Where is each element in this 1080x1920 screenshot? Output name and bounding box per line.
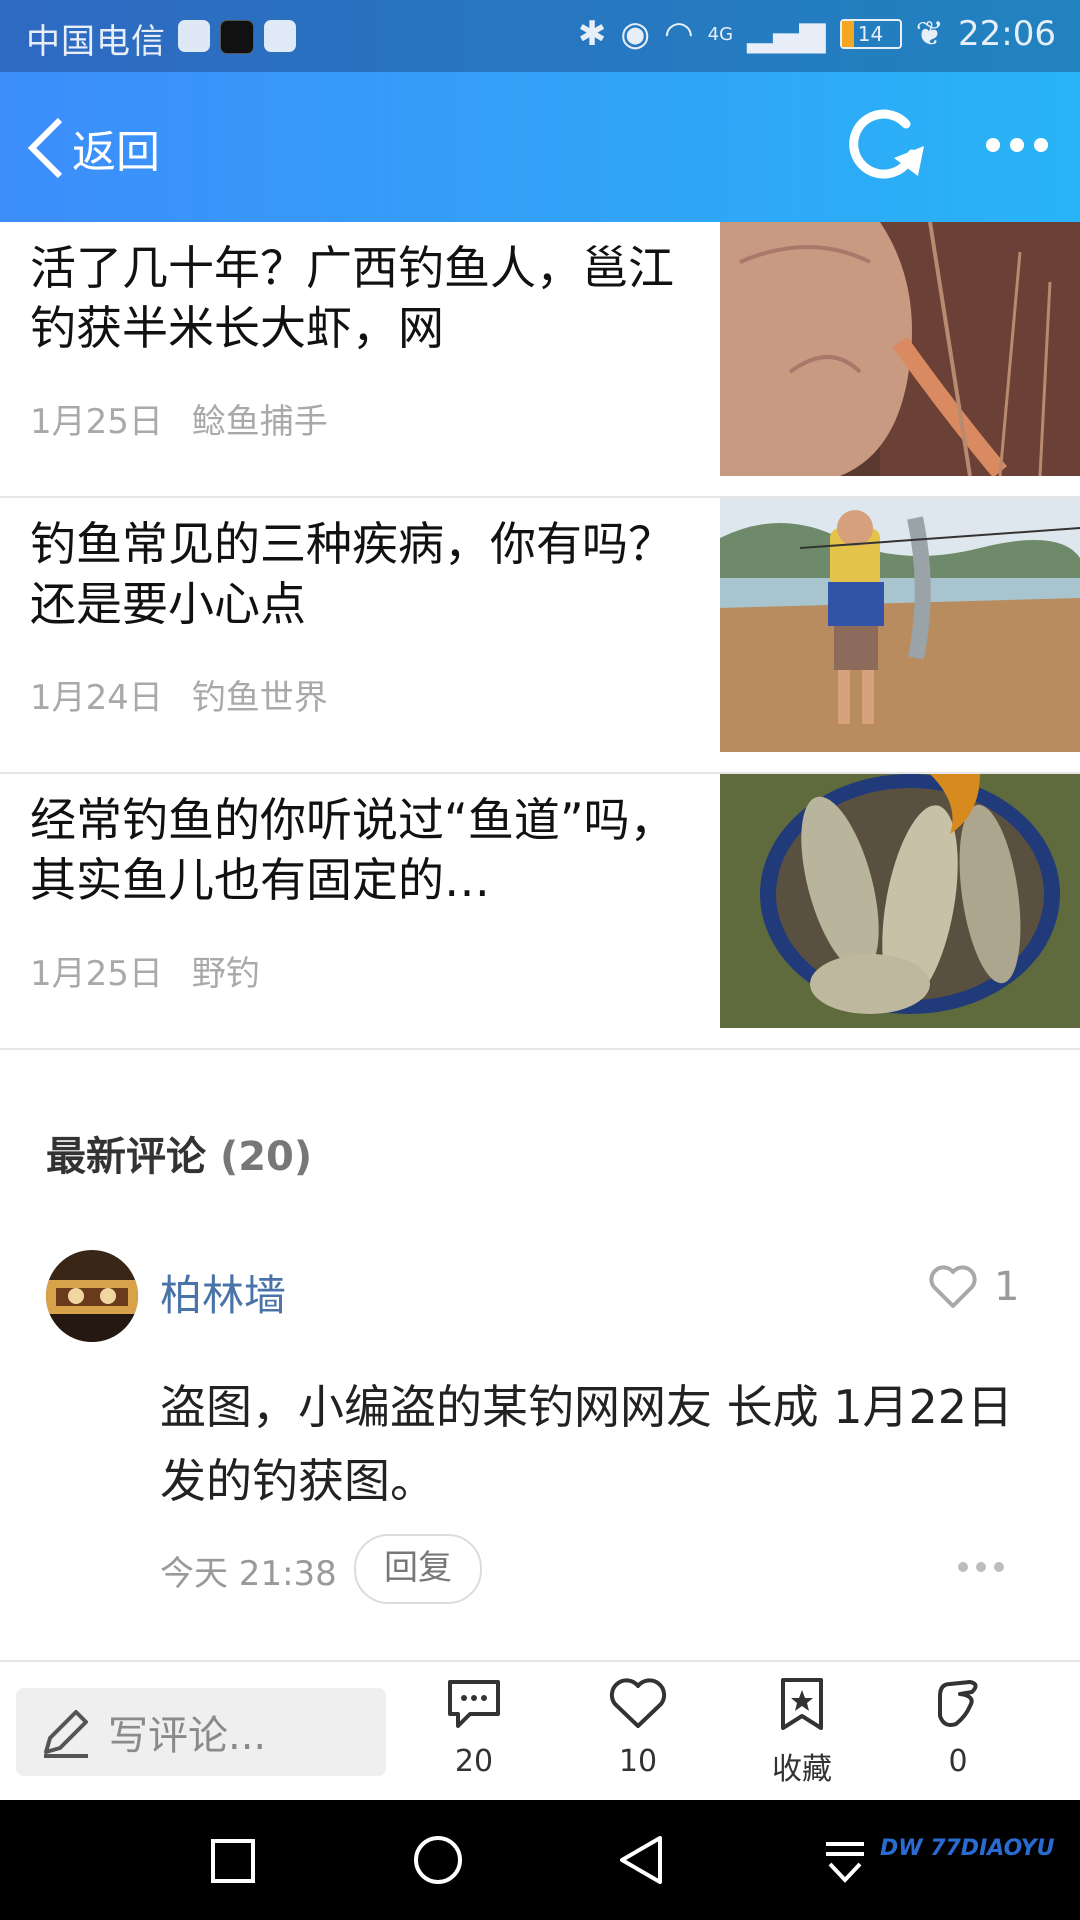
- write-comment-placeholder: 写评论...: [108, 1713, 267, 1759]
- comment-like-button[interactable]: 1: [928, 1264, 1019, 1310]
- nav-bar: 返回: [0, 72, 1080, 222]
- back-button[interactable]: 返回: [26, 116, 160, 180]
- dot-icon: [994, 1562, 1004, 1572]
- comment-more-button[interactable]: [958, 1562, 1004, 1572]
- notification-icons: [178, 20, 296, 54]
- status-right: ✱ ◉ ◠ 4G ▂▄▆ 14 ❦ 22:06: [578, 14, 1056, 54]
- tiktok-icon: [220, 20, 254, 54]
- leaf-icon: ❦: [915, 14, 945, 54]
- comment-text: 盗图，小编盗的某钓网网友 长成 1月22日发的钓获图。: [160, 1380, 1014, 1508]
- like-button[interactable]: 10: [578, 1676, 698, 1779]
- comments-count: (20): [219, 1134, 313, 1180]
- notification-pull-icon[interactable]: [820, 1836, 870, 1886]
- dot-icon: [1034, 138, 1048, 152]
- comment-like-count: 1: [994, 1264, 1020, 1310]
- article-meta: 1月25日 野钓: [30, 946, 260, 995]
- back-nav-icon[interactable]: [616, 1834, 666, 1886]
- recents-icon[interactable]: [210, 1838, 256, 1884]
- action-bar: 写评论... 20 10 收藏 0: [0, 1660, 1080, 1802]
- dot-icon: [976, 1562, 986, 1572]
- article-title: 活了几十年？广西钓鱼人，邕江钓获半米长大虾，网: [30, 241, 674, 355]
- comments-title: 最新评论: [46, 1134, 206, 1180]
- article-title: 钓鱼常见的三种疾病，你有吗？还是要小心点: [30, 517, 674, 631]
- article-source: 钓鱼世界: [191, 678, 328, 718]
- article-source: 鲶鱼捕手: [191, 402, 328, 442]
- article-thumbnail: [720, 498, 1080, 752]
- bluetooth-icon: ✱: [577, 14, 607, 54]
- article-item[interactable]: 钓鱼常见的三种疾病，你有吗？还是要小心点 1月24日 钓鱼世界: [0, 498, 1080, 774]
- article-source: 野钓: [191, 954, 260, 994]
- dot-icon: [958, 1562, 968, 1572]
- article-title: 经常钓鱼的你听说过“鱼道”吗，其实鱼儿也有固定的…: [30, 793, 676, 907]
- header-background: 中国电信 ✱ ◉ ◠ 4G ▂▄▆ 14 ❦ 22:06 返回: [0, 0, 1080, 222]
- article-date: 1月24日: [30, 678, 163, 718]
- share-hand-icon: [938, 1680, 978, 1727]
- favorite-label: 收藏: [772, 1752, 832, 1787]
- wifi-icon: ◠: [663, 14, 694, 54]
- dot-icon: [986, 138, 1000, 152]
- reply-button[interactable]: 回复: [354, 1534, 482, 1604]
- eye-icon: ◉: [620, 14, 650, 54]
- battery-level: 14: [857, 22, 884, 46]
- carrier-label: 中国电信: [26, 22, 166, 62]
- write-comment-input[interactable]: 写评论...: [16, 1688, 386, 1776]
- avatar[interactable]: [46, 1250, 138, 1342]
- article-item[interactable]: 活了几十年？广西钓鱼人，邕江钓获半米长大虾，网 1月25日 鲶鱼捕手: [0, 222, 1080, 498]
- like-count-label: 10: [618, 1744, 658, 1779]
- signal-icon: ▂▄▆: [747, 14, 826, 54]
- bookmark-star-icon: [781, 1678, 823, 1730]
- clock: 22:06: [958, 14, 1056, 54]
- video-app-icon: [264, 20, 296, 52]
- dot-icon: [1010, 138, 1024, 152]
- chevron-left-icon: [27, 117, 63, 179]
- comments-button[interactable]: 20: [414, 1676, 534, 1779]
- article-meta: 1月24日 钓鱼世界: [30, 670, 328, 719]
- article-thumbnail: [720, 222, 1080, 476]
- favorite-button[interactable]: 收藏: [742, 1676, 862, 1788]
- article-meta: 1月25日 鲶鱼捕手: [30, 394, 328, 443]
- refresh-icon[interactable]: [848, 108, 928, 184]
- shield-icon: [178, 20, 210, 52]
- comment-bubble-icon: [448, 1680, 500, 1728]
- network-type: 4G: [707, 23, 734, 45]
- system-nav-bar: DW 77DIAOYU: [0, 1800, 1080, 1920]
- article-thumbnail: [720, 774, 1080, 1028]
- share-count-label: 0: [948, 1744, 968, 1779]
- status-bar: 中国电信 ✱ ◉ ◠ 4G ▂▄▆ 14 ❦ 22:06: [0, 0, 1080, 72]
- more-options-button[interactable]: [986, 138, 1048, 152]
- home-icon[interactable]: [412, 1834, 464, 1886]
- article-date: 1月25日: [30, 402, 163, 442]
- commenter-name[interactable]: 柏林墙: [160, 1262, 286, 1323]
- heart-icon: [609, 1678, 667, 1728]
- battery-icon: 14: [839, 19, 902, 49]
- watermark-logo: DW 77DIAOYU: [880, 1836, 1055, 1861]
- comments-header: 最新评论 (20): [46, 1124, 312, 1182]
- share-button[interactable]: 0: [898, 1676, 1018, 1779]
- comments-count-label: 20: [454, 1744, 494, 1779]
- pencil-icon: [44, 1710, 88, 1758]
- back-label: 返回: [72, 127, 160, 178]
- article-date: 1月25日: [30, 954, 163, 994]
- comment-time: 今天 21:38: [160, 1554, 337, 1594]
- article-item[interactable]: 经常钓鱼的你听说过“鱼道”吗，其实鱼儿也有固定的… 1月25日 野钓: [0, 774, 1080, 1050]
- heart-icon: [929, 1265, 977, 1308]
